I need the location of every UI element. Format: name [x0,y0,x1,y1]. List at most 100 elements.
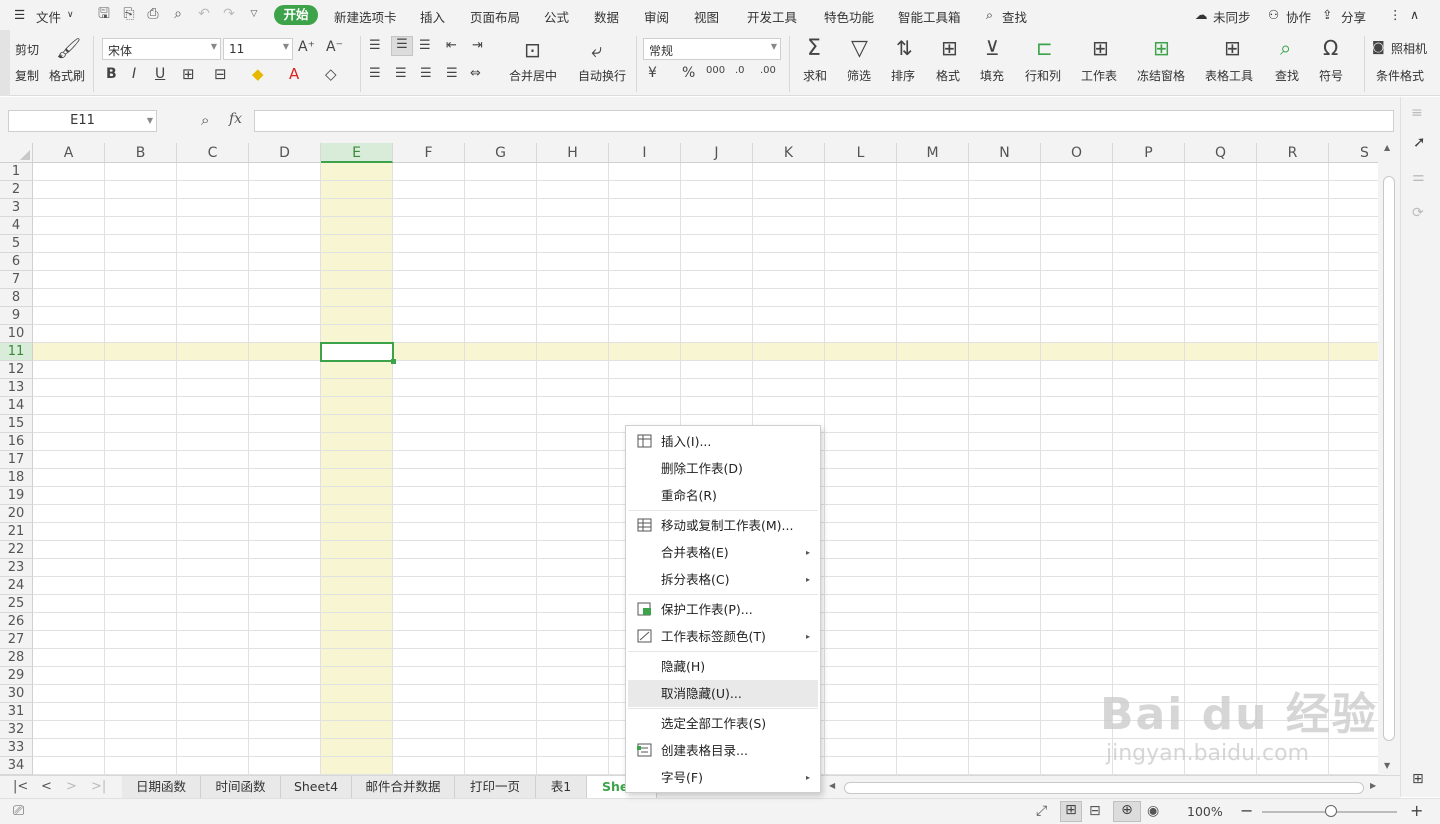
row-header[interactable]: 34 [0,757,33,775]
menu-item-hide[interactable]: 隐藏(H) [628,653,818,680]
menu-item-protect-sheet[interactable]: 保护工作表(P)... [628,596,818,623]
last-sheet-icon[interactable]: >| [91,779,106,794]
next-sheet-icon[interactable]: > [66,779,77,794]
save-icon[interactable]: 🖫 [96,6,112,22]
scroll-left-icon[interactable]: ◀ [829,781,835,790]
row-header[interactable]: 27 [0,631,33,649]
row-header[interactable]: 32 [0,721,33,739]
filter-button[interactable]: 筛选 [847,67,871,84]
decrease-indent-icon[interactable]: ⇤ [446,38,457,53]
copy-button[interactable]: 复制 [15,67,39,84]
sheet-tab[interactable]: Sheet4 [281,776,352,799]
horizontal-scroll-thumb[interactable] [844,782,1364,794]
column-header[interactable]: N [969,143,1041,163]
fill-button[interactable]: 填充 [980,67,1004,84]
row-header[interactable]: 28 [0,649,33,667]
column-header[interactable]: P [1113,143,1185,163]
row-header[interactable]: 2 [0,181,33,199]
row-header[interactable]: 29 [0,667,33,685]
search-icon[interactable]: ⌕ [986,7,993,23]
customize-dropdown-icon[interactable]: ▽ [246,6,262,22]
backup-icon[interactable]: ⟳ [1412,205,1424,221]
zoom-out-icon[interactable]: − [1240,801,1253,820]
increase-indent-icon[interactable]: ⇥ [472,38,483,53]
tab-review[interactable]: 审阅 [644,7,669,26]
chevron-down-icon[interactable]: ∨ [67,10,74,20]
row-header[interactable]: 4 [0,217,33,235]
name-box[interactable]: E11 ▼ [8,110,157,132]
ribbon-scroll-left[interactable] [0,30,10,96]
share-icon[interactable]: ⇪ [1322,7,1332,22]
row-header[interactable]: 19 [0,487,33,505]
sheet-tab[interactable]: 打印一页 [455,776,536,799]
increase-decimal-icon[interactable]: .0 [735,65,745,76]
zoom-formula-icon[interactable]: ⌕ [201,111,209,129]
column-header[interactable]: I [609,143,681,163]
row-header[interactable]: 22 [0,541,33,559]
merge-center-icon[interactable]: ⊡ [524,38,541,62]
tab-view[interactable]: 视图 [694,7,719,26]
reading-layout-icon[interactable]: ⊕ [1113,801,1141,822]
decrease-decimal-icon[interactable]: .00 [760,65,776,76]
row-header[interactable]: 17 [0,451,33,469]
freeze-panes-icon[interactable]: ⊞ [1153,36,1170,60]
column-header[interactable]: E [321,143,393,163]
collaborate-button[interactable]: 协作 [1286,7,1311,26]
number-format-select[interactable]: 常规 ▼ [643,38,781,60]
row-header[interactable]: 11 [0,343,33,361]
redo-icon[interactable]: ↷ [221,6,237,22]
search-command[interactable]: 查找 [1002,7,1027,26]
align-top-icon[interactable]: ☰ [369,38,381,53]
select-pointer-icon[interactable]: ➚ [1413,133,1426,151]
row-header[interactable]: 18 [0,469,33,487]
wrap-text-button[interactable]: 自动换行 [578,67,626,84]
undo-icon[interactable]: ↶ [196,6,212,22]
row-header[interactable]: 24 [0,577,33,595]
font-name-select[interactable]: 宋体 ▼ [102,38,221,60]
font-size-select[interactable]: 11 ▼ [223,38,293,60]
menu-item-move-copy[interactable]: 移动或复制工作表(M)... [628,512,818,539]
format-painter-button[interactable]: 格式刷 [49,67,85,84]
align-bottom-icon[interactable]: ☰ [419,38,431,53]
table-tools-icon[interactable]: ⊞ [1224,36,1241,60]
column-header[interactable]: Q [1185,143,1257,163]
row-header[interactable]: 3 [0,199,33,217]
tab-formulas[interactable]: 公式 [544,7,569,26]
filter-icon[interactable]: ▽ [851,36,868,61]
wrap-text-icon[interactable]: ⤶ [591,38,602,62]
menu-item-merge-tables[interactable]: 合并表格(E) ▸ [628,539,818,566]
increase-font-icon[interactable]: A⁺ [298,39,315,55]
worksheet-button[interactable]: 工作表 [1081,67,1117,84]
table-tools-button[interactable]: 表格工具 [1205,67,1253,84]
normal-view-icon[interactable]: ⊞ [1060,801,1082,822]
tab-page-layout[interactable]: 页面布局 [470,7,520,26]
sheet-tab[interactable]: 邮件合并数据 [352,776,455,799]
column-header[interactable]: K [753,143,825,163]
sheet-tab[interactable]: 时间函数 [201,776,281,799]
tab-new-tab[interactable]: 新建选项卡 [334,7,397,26]
first-sheet-icon[interactable]: |< [13,779,28,794]
sum-button[interactable]: 求和 [803,67,827,84]
pane-menu-icon[interactable]: ≡ [1411,105,1423,121]
scroll-up-icon[interactable]: ▲ [1384,143,1390,152]
fill-handle[interactable] [391,359,396,364]
camera-button[interactable]: 照相机 [1391,40,1427,57]
fill-icon[interactable]: ⊻ [985,36,1000,60]
row-header[interactable]: 8 [0,289,33,307]
tab-insert[interactable]: 插入 [420,7,445,26]
more-options-icon[interactable]: ⋮ [1389,7,1402,22]
sheet-tab[interactable]: 表1 [536,776,587,799]
zoom-in-icon[interactable]: + [1410,801,1423,820]
freeze-panes-button[interactable]: 冻结窗格 [1137,67,1185,84]
cut-button[interactable]: 剪切 [15,41,39,58]
column-header[interactable]: A [33,143,105,163]
column-header[interactable]: F [393,143,465,163]
italic-icon[interactable]: I [132,66,136,82]
underline-icon[interactable]: U [155,66,165,82]
menu-item-select-all-sheets[interactable]: 选定全部工作表(S) [628,710,818,737]
conditional-format-button[interactable]: 条件格式 [1376,67,1424,84]
symbol-button[interactable]: 符号 [1319,67,1343,84]
row-header[interactable]: 21 [0,523,33,541]
row-col-button[interactable]: 行和列 [1025,67,1061,84]
distributed-icon[interactable]: ⇔ [470,66,481,81]
